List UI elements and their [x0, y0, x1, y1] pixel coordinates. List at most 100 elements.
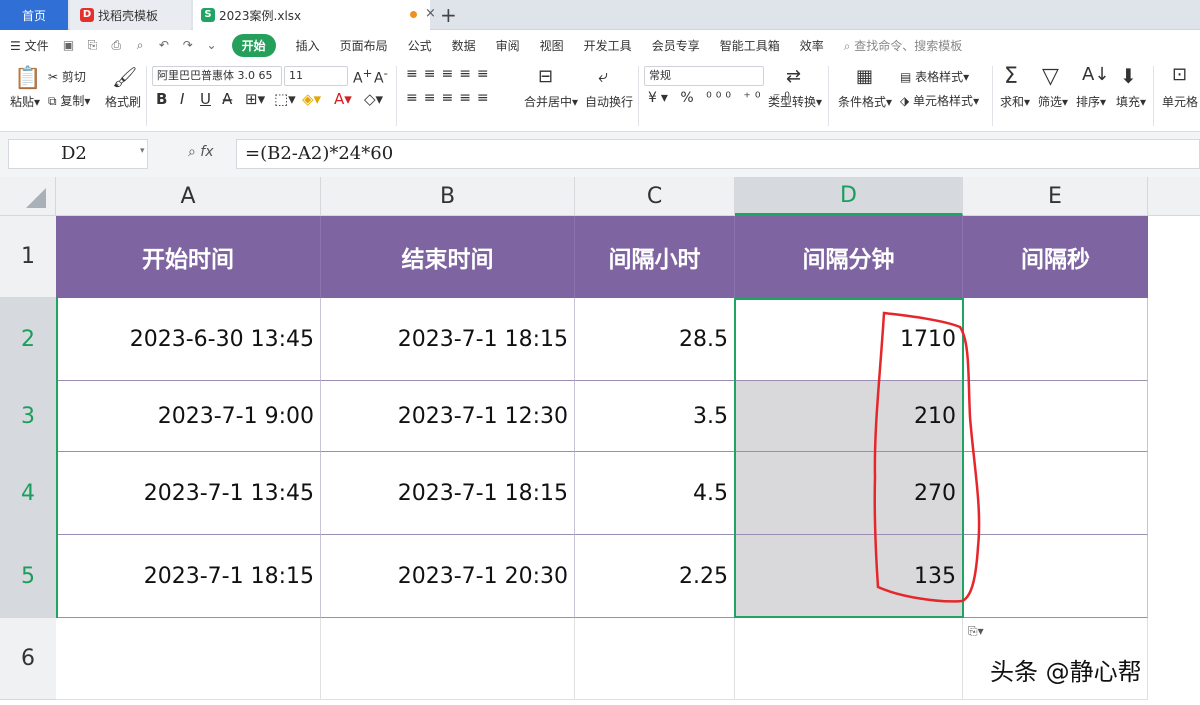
menu-item-insert[interactable]: 插入: [296, 37, 320, 54]
merge-icon[interactable]: ⊟: [538, 66, 553, 87]
cell-b1[interactable]: 结束时间: [321, 216, 575, 298]
close-tab-icon[interactable]: ×: [425, 6, 436, 21]
name-box[interactable]: D2: [8, 139, 148, 169]
new-tab-icon[interactable]: +: [440, 3, 457, 27]
cell-a6[interactable]: [56, 618, 321, 700]
type-convert-icon[interactable]: ⇄: [786, 66, 801, 87]
fill-button[interactable]: 填充▾: [1116, 93, 1146, 110]
fx-icon[interactable]: fx: [200, 144, 213, 160]
menu-item-formulas[interactable]: 公式: [408, 37, 432, 54]
paste-button[interactable]: 粘贴▾: [10, 93, 40, 110]
italic-button[interactable]: I: [180, 90, 184, 108]
cell-d2[interactable]: 1710: [735, 298, 963, 381]
more-icon[interactable]: ⌄: [204, 38, 220, 52]
row-header-5[interactable]: 5: [0, 535, 56, 618]
filter-button[interactable]: 筛选▾: [1038, 93, 1068, 110]
font-name-select[interactable]: 阿里巴巴普惠体 3.0 65: [152, 66, 282, 86]
cell-d1[interactable]: 间隔分钟: [735, 216, 963, 298]
row-header-1[interactable]: 1: [0, 216, 56, 298]
wrap-text-button[interactable]: 自动换行: [585, 93, 633, 110]
save-icon[interactable]: ▣: [61, 38, 77, 52]
paste-options-icon[interactable]: ⎘▾: [968, 624, 984, 639]
command-search[interactable]: ⌕ 查找命令、搜索模板: [844, 37, 963, 54]
sort-button[interactable]: 排序▾: [1076, 93, 1106, 110]
clear-format-icon[interactable]: ◇▾: [364, 90, 383, 108]
table-style-button[interactable]: ▤ 表格样式▾: [900, 68, 969, 85]
underline-button[interactable]: U: [200, 90, 211, 108]
cell-d5[interactable]: 135: [735, 535, 963, 618]
menu-item-review[interactable]: 审阅: [496, 37, 520, 54]
cell-c3[interactable]: 3.5: [575, 381, 735, 452]
menu-item-efficiency[interactable]: 效率: [800, 37, 824, 54]
row-header-2[interactable]: 2: [0, 298, 56, 381]
tab-home[interactable]: 首页: [0, 0, 68, 30]
cell-d6[interactable]: [735, 618, 963, 700]
zoom-icon[interactable]: ⌕: [188, 144, 200, 160]
merge-center-button[interactable]: 合并居中▾: [524, 93, 578, 110]
cell-e3[interactable]: [963, 381, 1148, 452]
cell-b4[interactable]: 2023-7-1 18:15: [321, 452, 575, 535]
undo-icon[interactable]: ↶: [156, 38, 172, 52]
menu-item-page-layout[interactable]: 页面布局: [340, 37, 388, 54]
column-header-b[interactable]: B: [321, 177, 575, 216]
print-preview-icon[interactable]: ⌕: [132, 38, 148, 53]
cell-c2[interactable]: 28.5: [575, 298, 735, 381]
menu-item-developer[interactable]: 开发工具: [584, 37, 632, 54]
sum-icon[interactable]: Σ: [1004, 64, 1018, 89]
font-size-select[interactable]: 11: [284, 66, 348, 86]
cell-b6[interactable]: [321, 618, 575, 700]
horizontal-align-icons[interactable]: ≡≡≡≡≡: [406, 90, 495, 106]
conditional-format-button[interactable]: 条件格式▾: [838, 93, 892, 110]
paste-icon[interactable]: 📋: [14, 66, 41, 91]
name-box-dropdown-icon[interactable]: ▾: [140, 146, 145, 156]
strikethrough-icon[interactable]: A̶: [222, 90, 232, 108]
column-header-e[interactable]: E: [963, 177, 1148, 216]
cell-icon[interactable]: ⊡: [1172, 64, 1187, 85]
column-header-f[interactable]: [1148, 177, 1200, 216]
vertical-align-icons[interactable]: ≡≡≡≡≡: [406, 66, 495, 82]
menu-file[interactable]: ☰ 文件: [10, 37, 49, 54]
border-icon[interactable]: ⊞▾: [245, 90, 265, 108]
cell-a4[interactable]: 2023-7-1 13:45: [56, 452, 321, 535]
select-all-corner[interactable]: [0, 177, 56, 216]
cell-e5[interactable]: [963, 535, 1148, 618]
format-painter-button[interactable]: 格式刷: [105, 93, 141, 110]
cell-a1[interactable]: 开始时间: [56, 216, 321, 298]
cell-e2[interactable]: [963, 298, 1148, 381]
menu-item-home[interactable]: 开始: [231, 34, 276, 57]
print-icon[interactable]: ⎙: [108, 38, 124, 53]
cell-e1[interactable]: 间隔秒: [963, 216, 1148, 298]
cell-button[interactable]: 单元格: [1162, 93, 1198, 110]
row-header-4[interactable]: 4: [0, 452, 56, 535]
cell-e4[interactable]: [963, 452, 1148, 535]
export-pdf-icon[interactable]: ⎘: [84, 38, 100, 53]
font-grow-icon[interactable]: A+: [353, 66, 372, 87]
number-format-select[interactable]: 常规: [644, 66, 764, 86]
menu-item-data[interactable]: 数据: [452, 37, 476, 54]
cell-d3[interactable]: 210: [735, 381, 963, 452]
cell-style-button[interactable]: ⬗ 单元格样式▾: [900, 92, 979, 109]
sort-icon[interactable]: A↓: [1082, 64, 1109, 85]
cell-c6[interactable]: [575, 618, 735, 700]
copy-button[interactable]: ⧉ 复制▾: [48, 92, 90, 109]
formula-input[interactable]: =(B2-A2)*24*60: [236, 139, 1200, 169]
cell-c4[interactable]: 4.5: [575, 452, 735, 535]
column-header-d[interactable]: D: [735, 177, 963, 216]
cut-button[interactable]: ✂ 剪切: [48, 68, 86, 85]
cell-a2[interactable]: 2023-6-30 13:45: [56, 298, 321, 381]
fill-color-icon[interactable]: ◈▾: [302, 90, 321, 108]
row-header-3[interactable]: 3: [0, 381, 56, 452]
sum-button[interactable]: 求和▾: [1000, 93, 1030, 110]
cell-b3[interactable]: 2023-7-1 12:30: [321, 381, 575, 452]
cell-c1[interactable]: 间隔小时: [575, 216, 735, 298]
column-header-a[interactable]: A: [56, 177, 321, 216]
fill-icon[interactable]: ⬇: [1120, 64, 1137, 88]
row-header-6[interactable]: 6: [0, 618, 56, 700]
menu-item-smart-tools[interactable]: 智能工具箱: [720, 37, 780, 54]
type-convert-button[interactable]: 类型转换▾: [768, 93, 822, 110]
redo-icon[interactable]: ↷: [180, 38, 196, 52]
cell-d4[interactable]: 270: [735, 452, 963, 535]
cell-a5[interactable]: 2023-7-1 18:15: [56, 535, 321, 618]
tab-template[interactable]: D 找稻壳模板: [70, 0, 191, 30]
font-color-icon[interactable]: A▾: [334, 90, 352, 108]
